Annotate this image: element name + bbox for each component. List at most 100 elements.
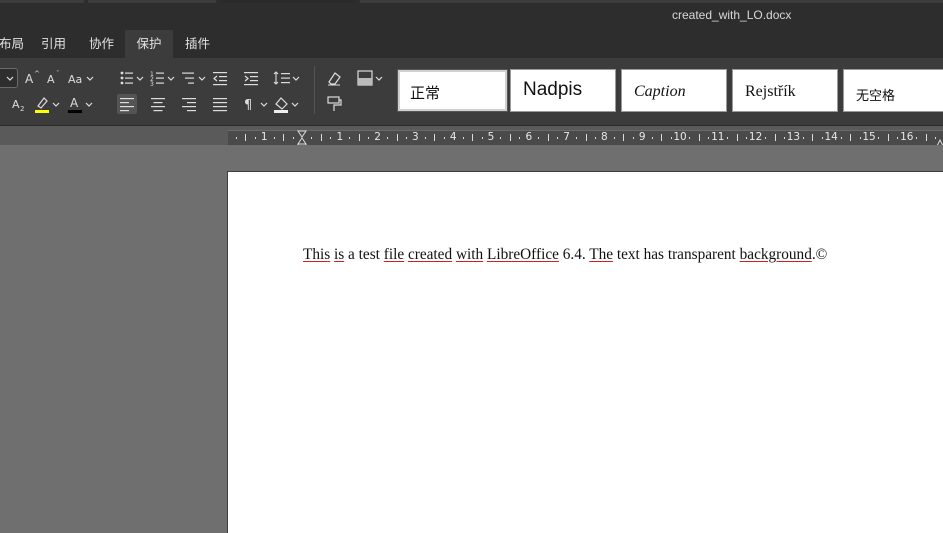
ruler-tick — [840, 137, 842, 139]
spell-flagged-word: created — [407, 246, 453, 263]
ruler-tick — [774, 134, 776, 141]
ruler-tick — [538, 137, 540, 139]
ruler-number: 5 — [487, 131, 495, 143]
svg-text:3: 3 — [150, 81, 154, 88]
ruler-tick — [462, 137, 464, 139]
ruler-tick — [443, 137, 445, 139]
style-no-spacing[interactable]: 无空格 — [843, 69, 943, 112]
subscript-icon[interactable]: A2 — [9, 94, 29, 114]
ruler-number: 2 — [374, 131, 381, 143]
ruler-tick — [311, 137, 313, 139]
spell-flagged-word: LibreOffice — [486, 246, 559, 263]
ruler-number: 14 — [824, 131, 838, 143]
ruler-tick — [320, 134, 322, 141]
style-caption[interactable]: Caption — [621, 69, 727, 112]
shading-icon[interactable] — [355, 68, 385, 88]
ruler-tick — [736, 134, 738, 141]
ruler-tick — [594, 137, 596, 139]
tab-plugins[interactable]: 插件 — [177, 30, 218, 58]
clear-formatting-icon[interactable] — [324, 68, 344, 88]
format-painter-icon[interactable] — [324, 94, 344, 114]
ruler-tick — [547, 134, 549, 141]
ruler-tick — [897, 137, 899, 139]
ruler-tick — [887, 134, 889, 141]
ruler-tick — [405, 137, 407, 139]
ruler-tick — [509, 134, 511, 141]
ruler-tick — [235, 137, 237, 139]
increase-indent-icon[interactable] — [241, 68, 261, 88]
highlight-color-icon[interactable] — [33, 94, 63, 114]
ruler-number: 16 — [900, 131, 914, 143]
style-normal-label: 正常 — [410, 84, 441, 102]
tab-collaboration-label: 协作 — [89, 36, 115, 51]
svg-text:ˇ: ˇ — [56, 70, 60, 78]
text-run: text has transparent — [613, 246, 740, 263]
svg-text:¶: ¶ — [244, 98, 252, 113]
shrink-font-icon[interactable]: Aˇ — [44, 68, 64, 88]
spell-flagged-word: background — [739, 246, 812, 263]
ruler-tick — [859, 137, 861, 139]
svg-text:A: A — [47, 73, 55, 86]
ruler-number: 1 — [336, 131, 344, 143]
ruler-tick — [519, 137, 521, 139]
tab-references[interactable]: 引用 — [33, 30, 74, 58]
spell-flagged-word: is — [334, 246, 345, 263]
ruler-tick — [330, 137, 332, 139]
align-left-icon[interactable] — [117, 94, 137, 114]
font-color-icon[interactable]: A — [66, 94, 96, 114]
svg-text:^: ^ — [34, 70, 40, 78]
style-caption-label: Caption — [634, 83, 686, 100]
text-run: 6.4. — [558, 246, 590, 263]
horizontal-ruler[interactable]: 1 1 2 3 4 5 6 7 8 9 10 11 12 13 14 15 16 — [228, 130, 943, 152]
font-size-select[interactable] — [0, 68, 18, 88]
style-heading[interactable]: Nadpis — [510, 69, 616, 112]
ruler-tick — [273, 137, 275, 139]
tab-protection[interactable]: 保护 — [125, 30, 173, 58]
style-normal[interactable]: 正常 — [397, 69, 508, 112]
ruler-tick — [613, 137, 615, 139]
tab-layout[interactable]: 布局 — [0, 30, 32, 58]
svg-text:A: A — [25, 72, 34, 86]
ruler-tick — [292, 137, 294, 139]
style-index[interactable]: Rejstřík — [732, 69, 838, 112]
grow-font-icon[interactable]: A ^ — [22, 68, 42, 88]
document-paragraph[interactable]: This is a test file created with LibreOf… — [303, 246, 827, 264]
paragraph-shading-icon[interactable] — [272, 94, 302, 114]
align-right-icon[interactable] — [179, 94, 199, 114]
change-case-icon[interactable]: Aa — [66, 68, 96, 88]
justify-icon[interactable] — [210, 94, 230, 114]
ruler-tick — [746, 137, 748, 139]
ruler-tick — [349, 137, 351, 139]
tab-layout-label: 布局 — [0, 36, 25, 51]
multilevel-list-icon[interactable] — [180, 68, 208, 88]
ruler-tick — [396, 134, 398, 141]
document-page[interactable]: This is a test file created with LibreOf… — [227, 171, 943, 533]
ruler-tick — [623, 134, 625, 141]
ruler-number: 1 — [260, 131, 268, 143]
tab-references-label: 引用 — [41, 36, 67, 51]
ruler-tick — [368, 137, 370, 139]
ruler-tick — [576, 137, 578, 139]
ruler-number: 8 — [601, 131, 608, 143]
formatting-marks-icon[interactable]: ¶ — [241, 94, 271, 114]
tab-collaboration[interactable]: 协作 — [81, 30, 122, 58]
spell-flagged-word: file — [383, 246, 405, 263]
ruler-tick — [670, 137, 672, 139]
decrease-indent-icon[interactable] — [210, 68, 230, 88]
line-spacing-icon[interactable] — [272, 68, 302, 88]
bullet-list-icon[interactable] — [118, 68, 146, 88]
ruler-tick — [481, 137, 483, 139]
ruler-tick — [557, 137, 559, 139]
ruler-tick — [500, 137, 502, 139]
style-heading-label: Nadpis — [523, 79, 583, 100]
ruler-number: 4 — [449, 131, 457, 143]
ruler-tick — [434, 134, 436, 141]
ruler-tick — [424, 137, 426, 139]
ruler-tick — [802, 137, 804, 139]
ruler-number: 3 — [412, 131, 419, 143]
title-bar: created_with_LO.docx — [0, 0, 943, 30]
ruler-tick — [708, 137, 710, 139]
numbered-list-icon[interactable]: 123 — [149, 68, 177, 88]
align-center-icon[interactable] — [148, 94, 168, 114]
ruler-tick — [925, 134, 927, 141]
